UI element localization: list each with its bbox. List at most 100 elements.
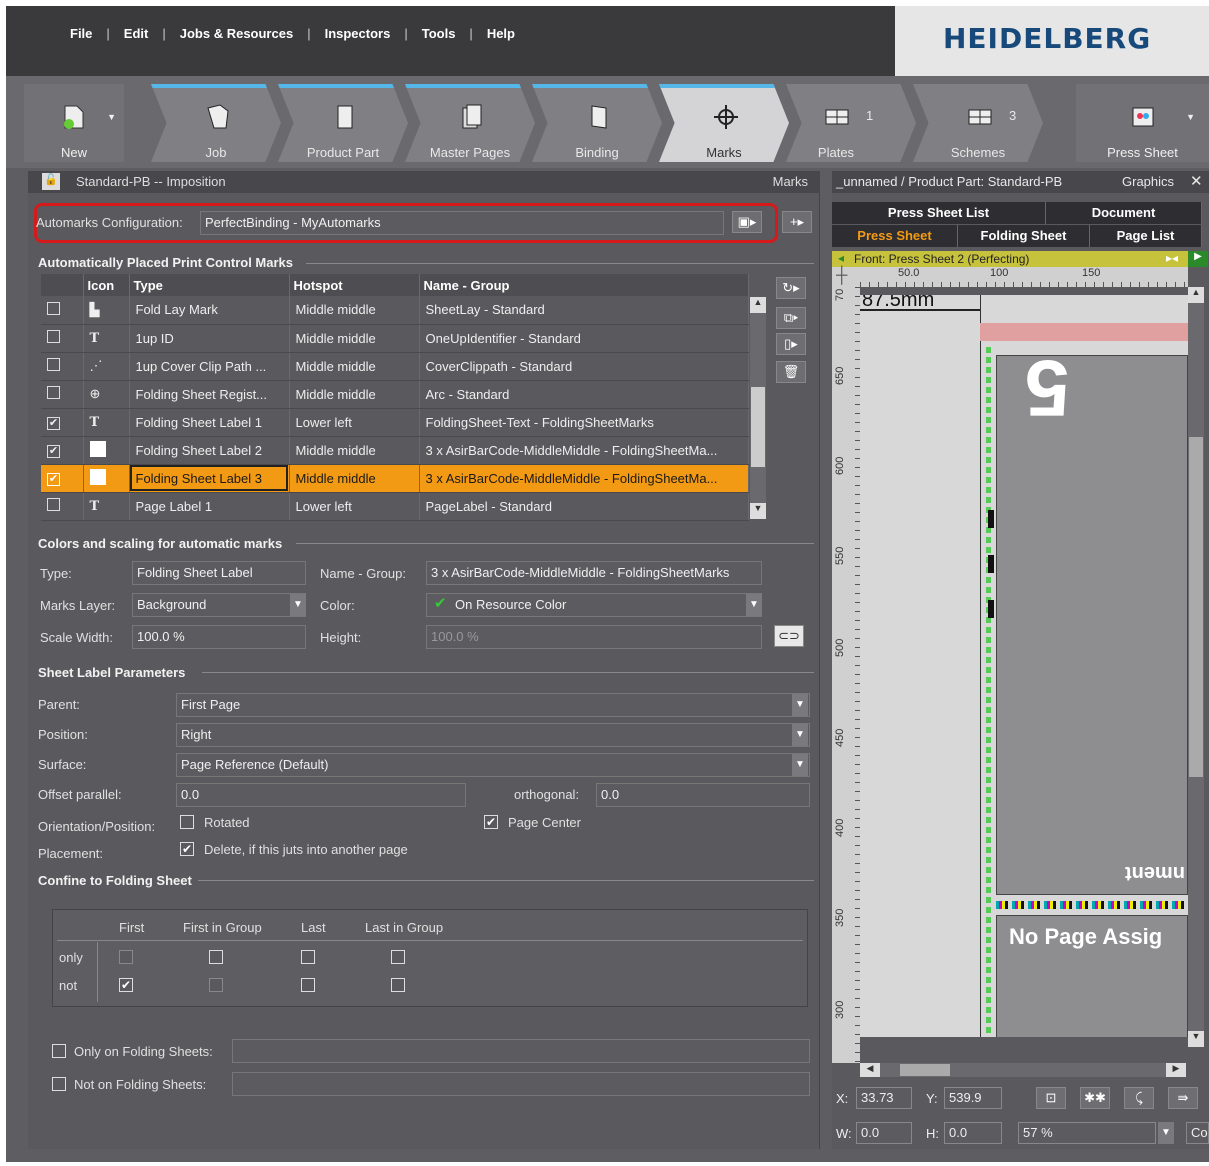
placed-marks-button[interactable]: ⧉▸	[776, 307, 806, 329]
sheet-nav-icon[interactable]: ▸◂	[1166, 251, 1178, 265]
close-icon[interactable]: ✕	[1190, 172, 1203, 190]
fit-view-icon[interactable]: ⊡	[1036, 1087, 1066, 1109]
chevron-down-icon[interactable]: ▼	[290, 594, 306, 616]
page-center-checkbox[interactable]: ✔	[484, 815, 498, 829]
arrow-tool-icon[interactable]: ⇛	[1168, 1087, 1198, 1109]
prev-sheet-icon[interactable]: ◂	[838, 251, 844, 265]
row-checkbox[interactable]	[41, 324, 84, 353]
zoom-extra[interactable]: Co	[1186, 1122, 1209, 1144]
not-last-in-group-checkbox[interactable]	[391, 978, 405, 992]
table-row[interactable]: ⋰ 1up Cover Clip Path ... Middle middle …	[41, 352, 749, 381]
rotated-checkbox[interactable]	[180, 815, 194, 829]
menu-inspectors[interactable]: Inspectors	[321, 26, 395, 41]
chevron-down-icon[interactable]: ▼	[792, 724, 808, 746]
col-name-group[interactable]: Name - Group	[419, 274, 749, 296]
col-type[interactable]: Type	[129, 274, 290, 296]
only-last-checkbox[interactable]	[301, 950, 315, 964]
row-checkbox[interactable]: ✔	[41, 464, 84, 493]
table-row[interactable]: ⊕ Folding Sheet Regist... Middle middle …	[41, 380, 749, 409]
not-first-in-group-checkbox[interactable]	[209, 978, 223, 992]
parent-select[interactable]: First Page	[176, 693, 810, 717]
only-on-folding-checkbox[interactable]	[52, 1044, 66, 1058]
automarks-config-field[interactable]: PerfectBinding - MyAutomarks	[200, 211, 724, 235]
tab-press-sheet-list[interactable]: Press Sheet List	[832, 202, 1046, 224]
page-text: nment	[1125, 862, 1185, 884]
row-checkbox[interactable]	[41, 296, 84, 325]
marks-layer-select[interactable]: Background	[132, 593, 306, 617]
tab-page-list[interactable]: Page List	[1090, 225, 1202, 247]
row-checkbox[interactable]: ✔	[41, 436, 84, 465]
new-button[interactable]: ▼ New	[24, 84, 124, 162]
table-row[interactable]: ✔ T Folding Sheet Label 1 Lower left Fol…	[41, 408, 749, 437]
add-config-button[interactable]: +▸	[782, 211, 812, 233]
step-plates[interactable]: 1 Plates	[786, 84, 916, 162]
delete-juts-checkbox[interactable]: ✔	[180, 842, 194, 856]
y-input[interactable]: 539.9	[944, 1087, 1002, 1109]
step-job[interactable]: Job	[151, 84, 281, 162]
menu-jobs-resources[interactable]: Jobs & Resources	[176, 26, 297, 41]
canvas-scroll-h[interactable]: ◀ ▶	[860, 1063, 1186, 1077]
h-input[interactable]: 0.0	[944, 1122, 1002, 1144]
press-sheet-button[interactable]: ▼ Press Sheet	[1076, 84, 1209, 162]
sheet-canvas[interactable]: 87.5mm 5 nment No Page Assig	[860, 295, 1188, 1037]
scale-width-input[interactable]: 100.0 %	[132, 625, 306, 649]
table-row[interactable]: ▙ Fold Lay Mark Middle middle SheetLay -…	[41, 296, 749, 325]
not-on-folding-checkbox[interactable]	[52, 1077, 66, 1091]
tab-press-sheet[interactable]: Press Sheet	[832, 225, 958, 247]
measure-tool-icon[interactable]: ⤹	[1124, 1087, 1154, 1109]
row-checkbox[interactable]	[41, 380, 84, 409]
height-input[interactable]: 100.0 %	[426, 625, 762, 649]
chevron-down-icon[interactable]: ▼	[1158, 1122, 1174, 1144]
position-select[interactable]: Right	[176, 723, 810, 747]
surface-select[interactable]: Page Reference (Default)	[176, 753, 810, 777]
canvas-scroll-v[interactable]: ▲ ▼	[1188, 287, 1204, 1047]
w-input[interactable]: 0.0	[856, 1122, 912, 1144]
row-checkbox[interactable]	[41, 352, 84, 381]
chevron-down-icon[interactable]: ▼	[792, 754, 808, 776]
menu-edit[interactable]: Edit	[120, 26, 153, 41]
row-checkbox[interactable]	[41, 492, 84, 521]
table-row-selected[interactable]: ✔ Folding Sheet Label 3 Middle middle 3 …	[41, 464, 749, 493]
not-on-folding-input[interactable]	[232, 1072, 810, 1096]
tab-document[interactable]: Document	[1046, 202, 1202, 224]
x-input[interactable]: 33.73	[856, 1087, 912, 1109]
menu-tools[interactable]: Tools	[418, 26, 460, 41]
chevron-down-icon[interactable]: ▼	[746, 594, 762, 616]
color-select[interactable]: On Resource Color	[426, 593, 762, 617]
menu-file[interactable]: File	[66, 26, 96, 41]
step-schemes[interactable]: 3 Schemes	[913, 84, 1043, 162]
schemes-icon	[968, 109, 992, 125]
refresh-marks-button[interactable]: ↻▸	[776, 277, 806, 299]
only-first-in-group-checkbox[interactable]	[209, 950, 223, 964]
trash-icon[interactable]: 🗑	[776, 361, 806, 383]
height-label: Height:	[320, 630, 362, 645]
row-checkbox[interactable]: ✔	[41, 408, 84, 437]
chevron-down-icon[interactable]: ▼	[792, 694, 808, 716]
not-first-checkbox[interactable]: ✔	[119, 978, 133, 992]
step-product-part[interactable]: Product Part	[278, 84, 408, 162]
menu-help[interactable]: Help	[483, 26, 519, 41]
next-sheet-icon[interactable]: ▶	[1188, 251, 1208, 267]
table-row[interactable]: ✔ Folding Sheet Label 2 Middle middle 3 …	[41, 436, 749, 465]
only-first-checkbox[interactable]	[119, 950, 133, 964]
step-marks[interactable]: Marks	[659, 84, 789, 162]
step-master-pages[interactable]: Master Pages	[405, 84, 535, 162]
only-last-in-group-checkbox[interactable]	[391, 950, 405, 964]
link-icon[interactable]: ⊂⊃	[774, 625, 804, 647]
tab-folding-sheet[interactable]: Folding Sheet	[958, 225, 1090, 247]
table-row[interactable]: T Page Label 1 Lower left PageLabel - St…	[41, 492, 749, 521]
settings-icon[interactable]: ✱✱	[1080, 1087, 1110, 1109]
only-on-folding-input[interactable]	[232, 1039, 810, 1063]
table-row[interactable]: T 1up ID Middle middle OneUpIdentifier -…	[41, 324, 749, 353]
col-hotspot[interactable]: Hotspot	[289, 274, 420, 296]
mark-layout-button[interactable]: ▯▸	[776, 333, 806, 355]
zoom-select[interactable]: 57 %	[1018, 1122, 1156, 1144]
orthogonal-input[interactable]: 0.0	[596, 783, 810, 807]
table-scrollbar[interactable]: ▲ ▼	[750, 297, 766, 519]
step-binding[interactable]: Binding	[532, 84, 662, 162]
not-last-checkbox[interactable]	[301, 978, 315, 992]
lock-icon[interactable]: 🔓	[42, 173, 60, 190]
offset-parallel-input[interactable]: 0.0	[176, 783, 466, 807]
col-icon[interactable]: Icon	[83, 274, 130, 296]
config-menu-button[interactable]: ▣▸	[732, 211, 762, 233]
